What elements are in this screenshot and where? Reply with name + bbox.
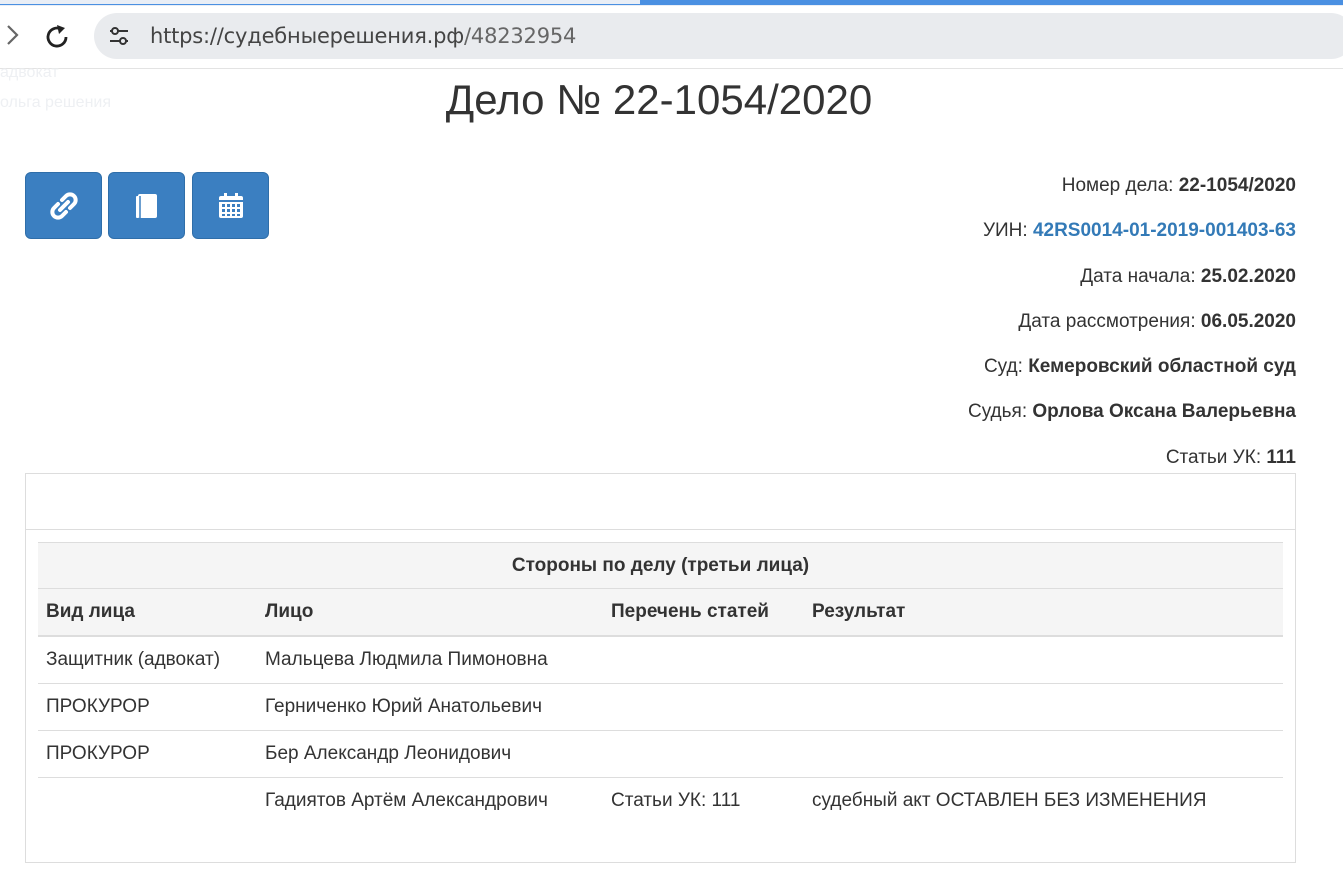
party-articles: Статьи УК: 111 xyxy=(603,777,804,824)
uin-label: УИН: xyxy=(982,220,1028,242)
table-header-row: Вид лица Лицо Перечень статей Результат xyxy=(38,588,1283,637)
table-caption: Стороны по делу (третьи лица) xyxy=(38,542,1283,589)
tab-strip xyxy=(0,0,640,4)
start-date-row: Дата начала: 25.02.2020 xyxy=(968,261,1296,306)
table-row: Гадиятов Артём Александрович Статьи УК: … xyxy=(38,777,1283,824)
panel-divider xyxy=(26,529,1295,530)
column-header: Вид лица xyxy=(38,588,257,637)
party-result xyxy=(804,683,1283,731)
court-value: Кемеровский областной суд xyxy=(1028,356,1296,378)
url-text[interactable]: https://судебныерешения.рф/48232954 xyxy=(150,24,576,48)
party-name: Гадиятов Артём Александрович xyxy=(257,777,603,824)
calendar-button[interactable] xyxy=(192,172,269,239)
page-title: Дело № 22-1054/2020 xyxy=(445,76,873,123)
party-articles xyxy=(603,683,804,731)
table-row: Защитник (адвокат) Мальцева Людмила Пимо… xyxy=(38,635,1283,684)
book-icon xyxy=(135,193,157,218)
case-number-value: 22-1054/2020 xyxy=(1178,175,1296,196)
calendar-icon xyxy=(218,192,243,218)
start-date-label: Дата начала: xyxy=(1080,265,1196,287)
party-type: Защитник (адвокат) xyxy=(38,635,257,684)
column-header: Лицо xyxy=(257,588,603,637)
party-articles xyxy=(603,730,804,778)
uin-link[interactable]: 42RS0014-01-2019-001403-63 xyxy=(1033,220,1296,241)
uin-row: УИН: 42RS0014-01-2019-001403-63 xyxy=(968,215,1296,260)
party-name: Мальцева Людмила Пимоновна xyxy=(257,635,603,684)
copy-link-button[interactable] xyxy=(25,172,102,239)
judge-value: Орлова Оксана Валерьевна xyxy=(1032,401,1296,423)
court-label: Суд: xyxy=(983,356,1023,378)
case-meta: Номер дела: 22-1054/2020 УИН: 42RS0014-0… xyxy=(968,170,1296,487)
court-row: Суд: Кемеровский областной суд xyxy=(968,351,1296,396)
party-type: ПРОКУРОР xyxy=(38,730,257,778)
case-number-label: Номер дела: xyxy=(1061,175,1174,196)
table-row: ПРОКУРОР Герниченко Юрий Анатольевич xyxy=(38,683,1283,731)
start-date-value: 25.02.2020 xyxy=(1200,265,1296,287)
party-result xyxy=(804,730,1283,778)
address-bar[interactable]: https://судебныерешения.рф/48232954 xyxy=(94,13,1343,59)
browser-toolbar: https://судебныерешения.рф/48232954 xyxy=(0,6,1343,69)
party-articles xyxy=(603,635,804,684)
forward-icon[interactable] xyxy=(2,20,22,50)
articles-value: 111 xyxy=(1266,446,1296,468)
review-date-row: Дата рассмотрения: 06.05.2020 xyxy=(968,306,1296,351)
site-settings-icon[interactable] xyxy=(108,25,130,47)
articles-label: Статьи УК: xyxy=(1165,446,1262,468)
table-caption-row: Стороны по делу (третьи лица) xyxy=(38,542,1283,589)
party-result: судебный акт ОСТАВЛЕН БЕЗ ИЗМЕНЕНИЯ xyxy=(804,777,1283,824)
url-path: /48232954 xyxy=(464,24,577,48)
review-date-label: Дата рассмотрения: xyxy=(1018,310,1196,332)
column-header: Перечень статей xyxy=(603,588,804,637)
party-name: Герниченко Юрий Анатольевич xyxy=(257,683,603,731)
case-number-row: Номер дела: 22-1054/2020 xyxy=(968,170,1296,215)
party-name: Бер Александр Леонидович xyxy=(257,730,603,778)
judge-label: Судья: xyxy=(967,401,1028,423)
party-type xyxy=(38,777,257,824)
link-icon xyxy=(49,191,78,220)
document-button[interactable] xyxy=(108,172,185,239)
parties-table: Стороны по делу (третьи лица) Вид лица Л… xyxy=(38,542,1283,824)
judge-row: Судья: Орлова Оксана Валерьевна xyxy=(968,396,1296,441)
party-type: ПРОКУРОР xyxy=(38,683,257,731)
reload-icon[interactable] xyxy=(42,22,72,52)
review-date-value: 06.05.2020 xyxy=(1200,310,1296,332)
url-host: https://судебныерешения.рф xyxy=(150,24,465,48)
table-row: ПРОКУРОР Бер Александр Леонидович xyxy=(38,730,1283,778)
party-result xyxy=(804,635,1283,684)
column-header: Результат xyxy=(804,588,1283,637)
